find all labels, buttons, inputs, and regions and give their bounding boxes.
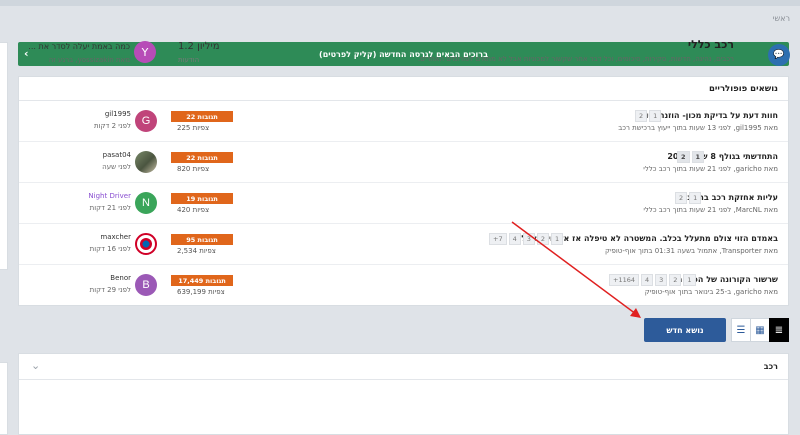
category-panel: רכב ⌄ xyxy=(18,353,789,435)
forum-post-count: 1.2 מיליון xyxy=(178,41,220,52)
forum-post-count-label: הודעות xyxy=(178,56,200,64)
forum-description: רכבים, נהיגה, חדשות, סקירות, סיכומים, וכ… xyxy=(417,55,734,63)
forum-icon: 💬 xyxy=(768,44,790,66)
category-header[interactable]: רכב ⌄ xyxy=(19,354,788,380)
avatar-letter: Y xyxy=(141,45,149,59)
forum-last-post-title[interactable]: כמה באמת יעלה לסדר את ... xyxy=(6,42,130,51)
forum-last-post-meta: מאת yossizakin, ברגע זה xyxy=(48,56,130,64)
chevron-down-icon[interactable]: ⌄ xyxy=(31,359,40,372)
avatar[interactable]: Y xyxy=(134,41,156,63)
category-label: רכב xyxy=(763,362,778,371)
forum-title[interactable]: רכב כללי xyxy=(688,38,734,51)
